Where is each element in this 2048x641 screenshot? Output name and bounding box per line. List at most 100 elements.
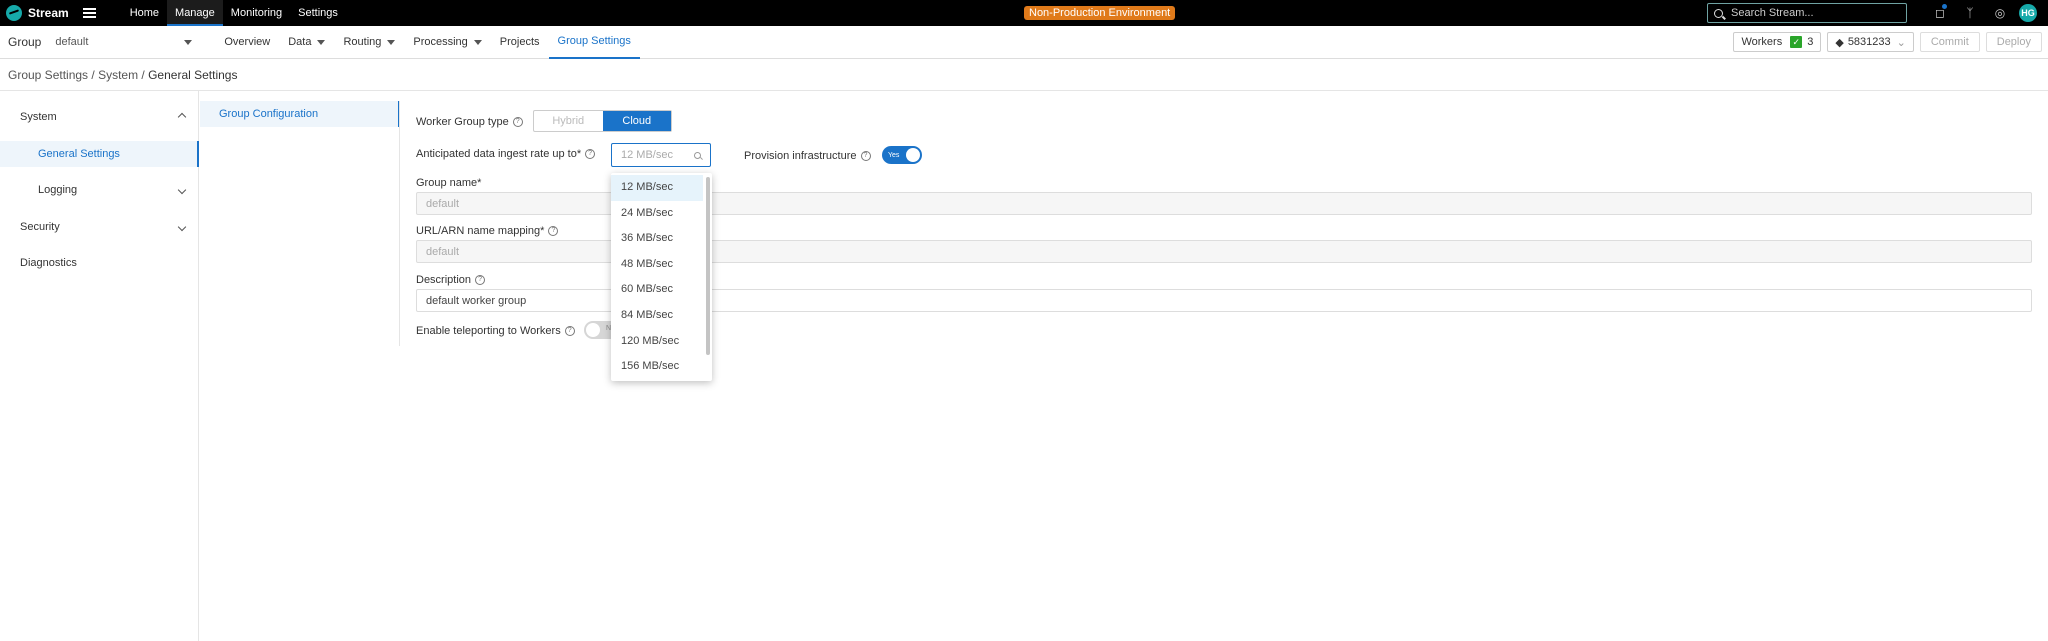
nav-manage[interactable]: Manage [167, 0, 223, 26]
sidebar-item-logging[interactable]: Logging [0, 177, 199, 203]
tab-projects-label: Projects [499, 35, 540, 48]
label-text: Description [416, 274, 472, 286]
dropdown-option[interactable]: 60 MB/sec [611, 277, 703, 303]
tab-data-label: Data [288, 35, 312, 48]
deploy-button[interactable]: Deploy [1985, 32, 2042, 52]
search-placeholder: Search Stream... [1731, 7, 1814, 19]
sidebar-item-label: System [20, 111, 57, 123]
help-icon[interactable]: ? [548, 226, 559, 236]
git-branch-icon[interactable]: ᛉ [1955, 6, 1985, 20]
toggle-label: Yes [888, 151, 900, 159]
top-nav: Home Manage Monitoring Settings [122, 0, 346, 26]
divider [399, 101, 400, 346]
commit-button[interactable]: Commit [1919, 32, 1980, 52]
help-icon[interactable]: ? [475, 275, 486, 285]
tab-group-settings-label: Group Settings [557, 34, 631, 47]
nav-monitoring[interactable]: Monitoring [223, 0, 290, 26]
type-option-hybrid[interactable]: Hybrid [534, 111, 603, 131]
dropdown-option[interactable]: 48 MB/sec [611, 252, 703, 278]
dropdown-option[interactable]: 120 MB/sec [611, 329, 703, 355]
help-icon[interactable]: ? [860, 151, 871, 161]
commit-version-select[interactable]: ◆ 5831233 ⌄ [1827, 32, 1914, 52]
top-icons: ◻ ᛉ ◎ HG [1925, 0, 2037, 26]
sidebar-item-diagnostics[interactable]: Diagnostics [20, 257, 185, 269]
dropdown-option[interactable]: 156 MB/sec [611, 354, 703, 380]
commit-id: 5831233 [1847, 36, 1891, 48]
tab-processing-label: Processing [413, 35, 468, 48]
worker-group-type-toggle: Hybrid Cloud [533, 110, 672, 132]
tab-projects[interactable]: Projects [491, 26, 549, 59]
label-text: Group name* [416, 177, 482, 189]
help-icon[interactable]: ? [564, 326, 575, 336]
check-icon: ✓ [1790, 36, 1803, 48]
caret-down-icon [184, 39, 193, 45]
help-lifebuoy-icon[interactable]: ◎ [1985, 6, 2015, 20]
tab-routing-label: Routing [343, 35, 382, 48]
tab-processing[interactable]: Processing [404, 26, 490, 59]
workers-button[interactable]: Workers ✓ 3 [1733, 32, 1822, 52]
group-select[interactable]: default [51, 32, 196, 52]
ingest-rate-label: Anticipated data ingest rate up to*? [416, 148, 596, 160]
tab-data[interactable]: Data [279, 26, 334, 59]
workers-label: Workers [1741, 36, 1783, 48]
breadcrumb-separator: / [88, 68, 99, 82]
ingest-rate-dropdown: 12 MB/sec 24 MB/sec 36 MB/sec 48 MB/sec … [611, 173, 712, 381]
breadcrumb-group-settings[interactable]: Group Settings [8, 68, 88, 82]
worker-group-type-label: Worker Group type? [416, 116, 523, 128]
stream-logo-icon [6, 5, 22, 21]
settings-subpanel: Group Configuration [200, 91, 400, 346]
dropdown-option[interactable]: 36 MB/sec [611, 226, 703, 252]
settings-sidebar: System General Settings Logging Security… [0, 91, 199, 641]
label-text: Enable teleporting to Workers [416, 325, 561, 337]
sidebar-item-security[interactable]: Security [20, 221, 187, 233]
sidebar-item-label: Diagnostics [20, 257, 77, 269]
group-actions: Workers ✓ 3 ◆ 5831233 ⌄ Commit Deploy [1733, 32, 2042, 52]
tab-group-settings[interactable]: Group Settings [548, 26, 640, 59]
workers-count: 3 [1807, 36, 1814, 48]
help-icon[interactable]: ? [512, 117, 523, 127]
url-arn-mapping-label: URL/ARN name mapping*? [416, 225, 559, 237]
help-icon[interactable]: ? [585, 149, 596, 159]
global-search-input[interactable]: Search Stream... [1707, 3, 1907, 23]
group-name-label: Group name* [416, 177, 481, 189]
tab-routing[interactable]: Routing [334, 26, 404, 59]
search-icon [1714, 8, 1723, 18]
toggle-knob [906, 148, 920, 162]
nav-settings[interactable]: Settings [290, 0, 346, 26]
label-text: Provision infrastructure [744, 150, 857, 162]
dropdown-scrollbar[interactable] [706, 177, 710, 355]
group-tabs: Overview Data Routing Processing Project… [215, 26, 640, 59]
label-text: Anticipated data ingest rate up to* [416, 148, 582, 160]
subpanel-item-group-configuration[interactable]: Group Configuration [200, 101, 400, 127]
nav-home[interactable]: Home [122, 0, 167, 26]
dropdown-option[interactable]: 24 MB/sec [611, 201, 703, 227]
app-logo[interactable]: Stream [6, 5, 69, 21]
provision-infrastructure-label: Provision infrastructure? [744, 150, 871, 162]
toggle-knob [586, 323, 600, 337]
tab-overview-label: Overview [224, 35, 271, 48]
dropdown-option[interactable]: 84 MB/sec [611, 303, 703, 329]
notifications-icon[interactable]: ◻ [1925, 4, 1955, 20]
breadcrumb-separator: / [138, 68, 149, 82]
provision-infrastructure-toggle[interactable]: Yes [882, 146, 922, 164]
sidebar-item-system[interactable]: System [20, 111, 187, 123]
ingest-rate-select[interactable]: 12 MB/sec [611, 143, 711, 167]
commit-diamond-icon: ◆ [1835, 36, 1844, 49]
caret-down-icon [317, 39, 326, 45]
dropdown-option[interactable]: 12 MB/sec [611, 175, 703, 201]
sidebar-item-general-settings[interactable]: General Settings [0, 141, 199, 167]
breadcrumb: Group Settings / System / General Settin… [8, 68, 237, 82]
top-bar: Stream Home Manage Monitoring Settings N… [0, 0, 2048, 26]
user-avatar[interactable]: HG [2019, 4, 2037, 22]
menu-icon[interactable] [82, 8, 96, 18]
search-icon [694, 151, 701, 159]
label-text: Worker Group type [416, 116, 509, 128]
environment-badge: Non-Production Environment [1024, 6, 1176, 20]
label-text: URL/ARN name mapping* [416, 225, 545, 237]
tab-overview[interactable]: Overview [215, 26, 279, 59]
sidebar-item-label: Security [20, 221, 60, 233]
breadcrumb-system[interactable]: System [98, 68, 138, 82]
type-option-cloud[interactable]: Cloud [602, 111, 671, 131]
chevron-down-icon: ⌄ [1896, 36, 1906, 49]
notification-dot [1942, 4, 1947, 9]
